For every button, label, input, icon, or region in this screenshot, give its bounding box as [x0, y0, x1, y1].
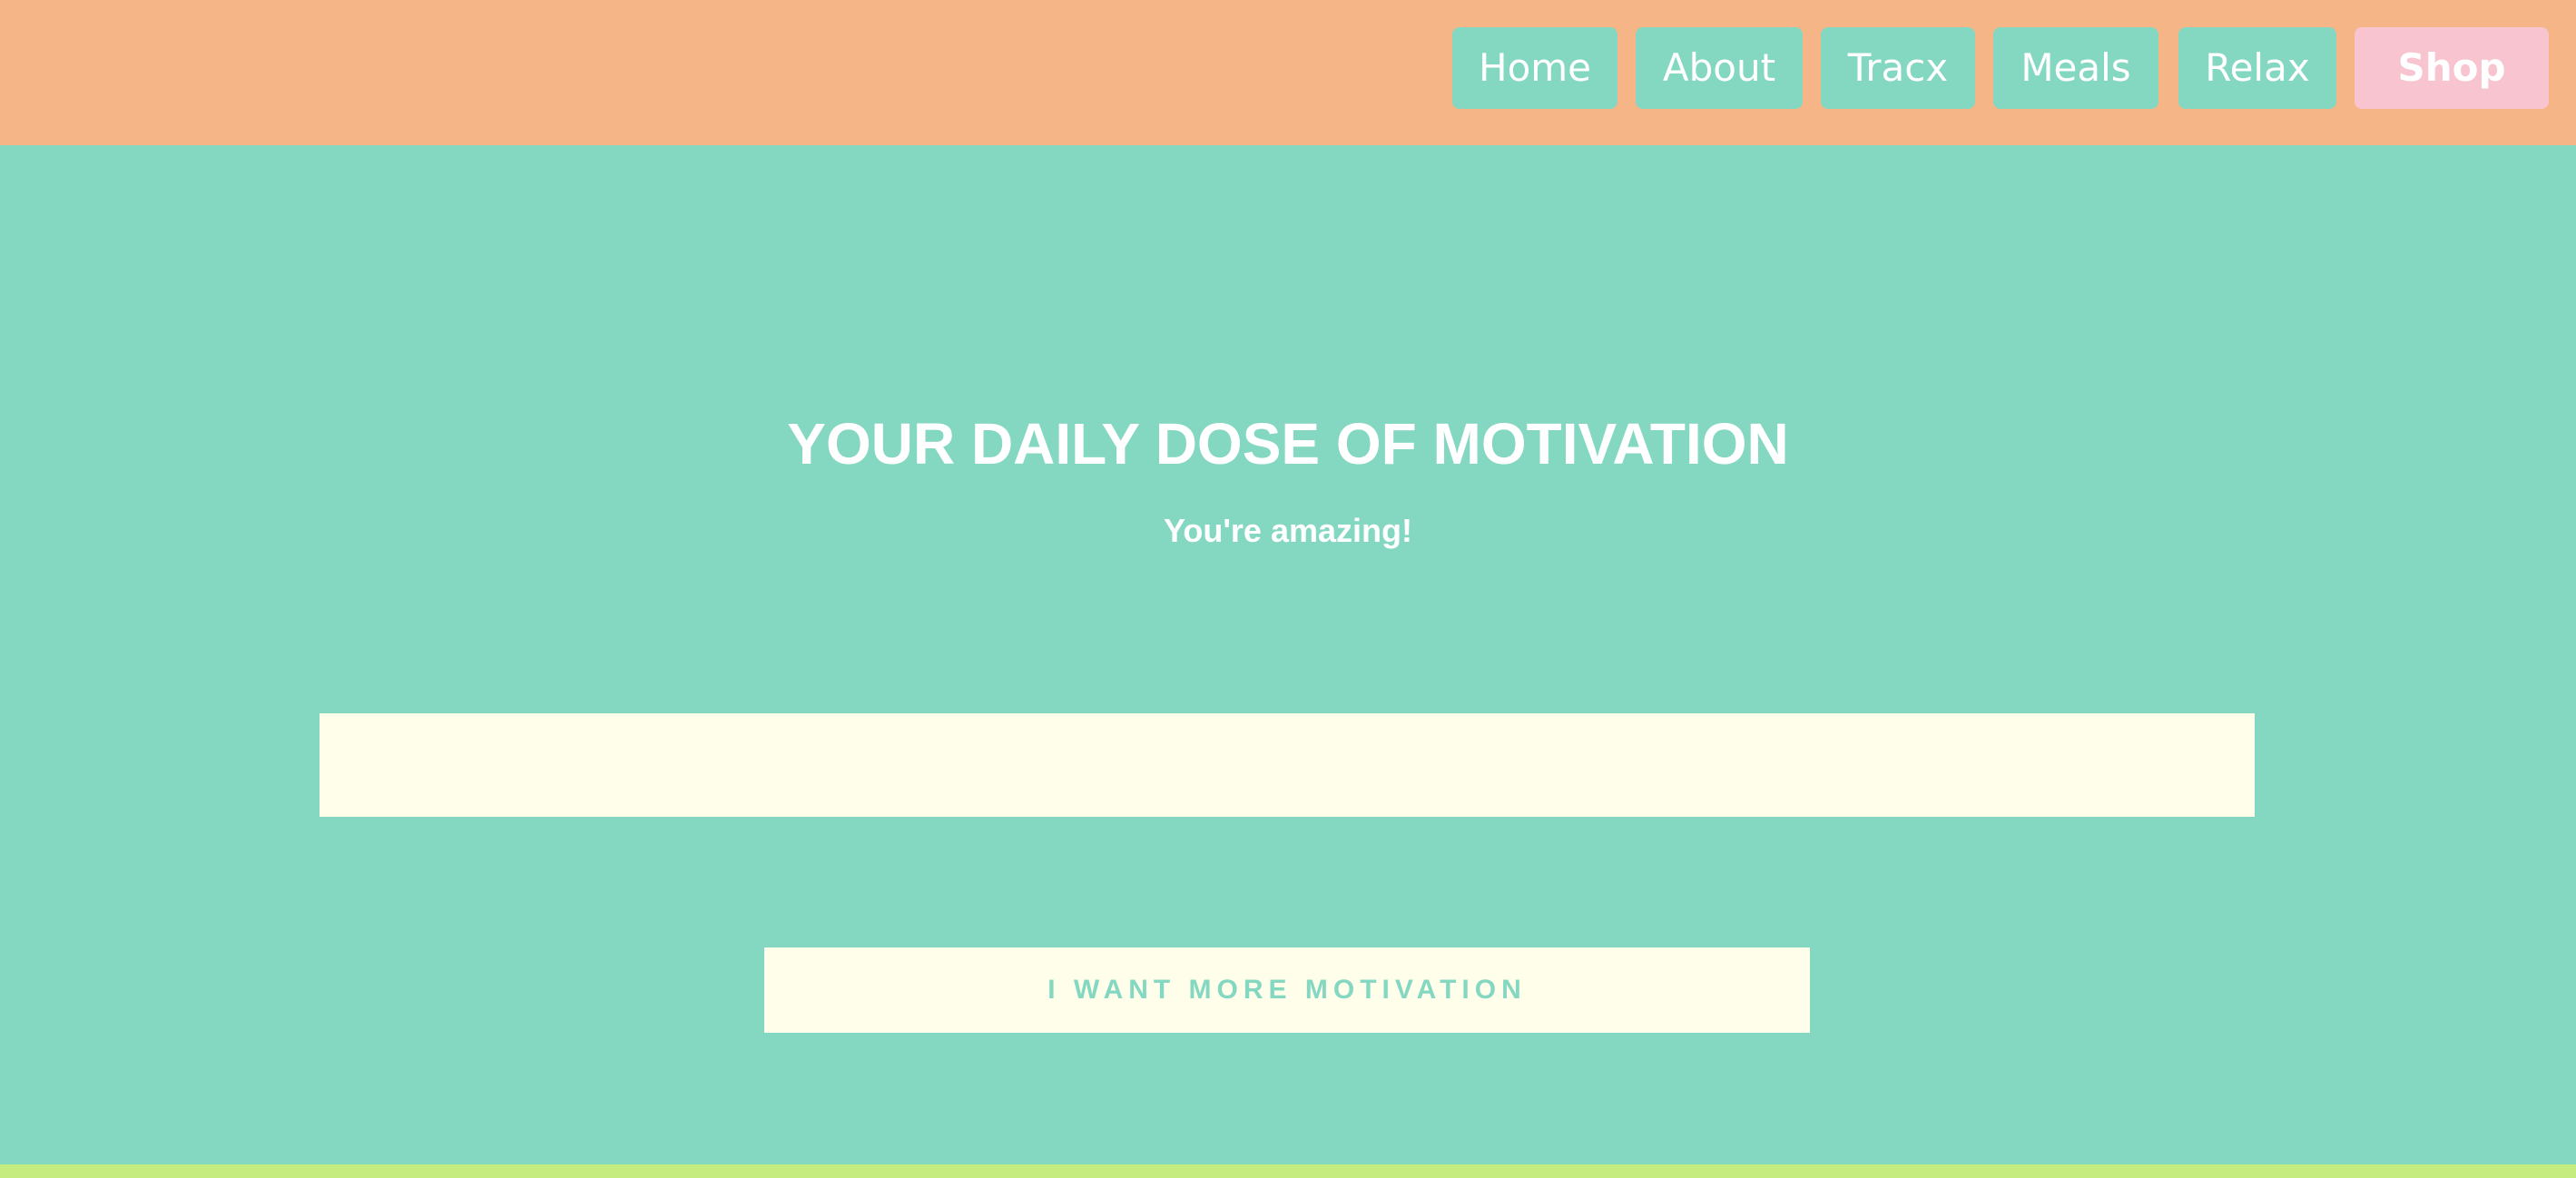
- motivation-quote-panel: [320, 713, 2255, 817]
- page-subtitle: You're amazing!: [1164, 512, 1412, 549]
- nav-meals-button[interactable]: Meals: [1993, 27, 2158, 109]
- nav-about-button[interactable]: About: [1636, 27, 1803, 109]
- nav-tracx-button[interactable]: Tracx: [1821, 27, 1975, 109]
- more-motivation-button[interactable]: I WANT MORE MOTIVATION: [764, 947, 1810, 1033]
- nav-home-button[interactable]: Home: [1452, 27, 1617, 109]
- page-title: YOUR DAILY DOSE OF MOTIVATION: [787, 411, 1789, 476]
- top-navigation-bar: Home About Tracx Meals Relax Shop: [0, 0, 2576, 145]
- motivation-quote-text: [320, 713, 2255, 817]
- nav-relax-button[interactable]: Relax: [2178, 27, 2336, 109]
- footer-strip: [0, 1164, 2576, 1178]
- nav-shop-button[interactable]: Shop: [2355, 27, 2549, 109]
